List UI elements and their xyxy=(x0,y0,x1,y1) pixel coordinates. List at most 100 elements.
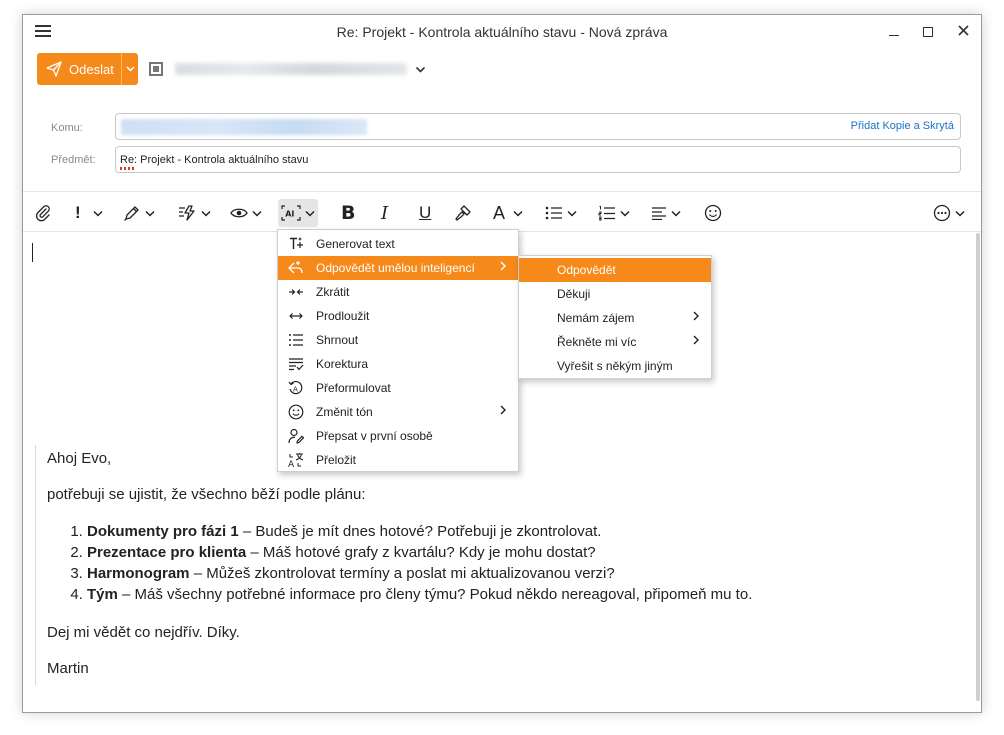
more-options-button[interactable] xyxy=(933,202,965,224)
align-icon xyxy=(652,207,666,220)
emoji-button[interactable] xyxy=(704,202,722,224)
bold-icon: B xyxy=(341,202,356,224)
menu-item-proofread[interactable]: Korektura xyxy=(278,352,518,376)
translate-icon: A xyxy=(288,453,304,468)
list-item: Harmonogram – Můžeš zkontrolovat termíny… xyxy=(87,565,752,586)
menu-item-generate-text[interactable]: Generovat text xyxy=(278,232,518,256)
list-item: Dokumenty pro fázi 1 – Budeš je mít dnes… xyxy=(87,523,752,544)
to-label: Komu: xyxy=(51,122,83,134)
menu-item-label: Vyřešit s někým jiným xyxy=(557,359,673,373)
spellcheck-underline xyxy=(120,167,134,170)
quick-actions-icon xyxy=(179,205,195,221)
subject-input[interactable] xyxy=(120,152,940,168)
menu-item-label: Odpovědět umělou inteligencí xyxy=(316,261,475,275)
align-button[interactable] xyxy=(651,202,681,224)
scrollbar[interactable] xyxy=(976,233,980,701)
compose-window: Re: Projekt - Kontrola aktuálního stavu … xyxy=(22,14,982,713)
menu-item-label: Generovat text xyxy=(316,237,395,251)
chevron-down-icon xyxy=(567,210,577,217)
send-options-button[interactable] xyxy=(121,53,138,85)
paint-brush-icon xyxy=(455,205,471,221)
signature-button[interactable] xyxy=(123,202,155,224)
minimize-icon xyxy=(889,34,899,36)
account-dropdown-button[interactable] xyxy=(415,61,426,79)
eye-icon xyxy=(230,208,248,218)
italic-button[interactable]: I xyxy=(381,202,388,224)
menu-item-change-tone[interactable]: Změnit tón xyxy=(278,400,518,424)
menu-item-first-person[interactable]: Přepsat v první osobě xyxy=(278,424,518,448)
submenu-item-tell-me-more[interactable]: Řekněte mi víc xyxy=(519,330,711,354)
ai-menu: Generovat text Odpovědět umělou intelige… xyxy=(277,229,519,472)
pen-icon xyxy=(124,206,139,221)
list-item-text: – Můžeš zkontrolovat termíny a poslat mi… xyxy=(189,565,615,582)
chevron-right-icon xyxy=(693,335,699,345)
send-button[interactable]: Odeslat xyxy=(37,53,121,85)
priority-button[interactable]: ! xyxy=(75,202,103,224)
menu-item-label: Zkrátit xyxy=(316,285,350,299)
chevron-down-icon xyxy=(671,210,681,217)
subject-label: Předmět: xyxy=(51,154,96,166)
list-item: Tým – Máš všechny potřebné informace pro… xyxy=(87,586,752,607)
proofread-icon xyxy=(289,358,304,371)
recipient-chip[interactable] xyxy=(121,119,367,135)
format-painter-button[interactable] xyxy=(454,202,472,224)
account-icon xyxy=(149,62,163,76)
menu-item-summarize[interactable]: Shrnout xyxy=(278,328,518,352)
chevron-down-icon xyxy=(955,210,965,217)
svg-text:AI: AI xyxy=(285,210,294,219)
task-list: Dokumenty pro fázi 1 – Budeš je mít dnes… xyxy=(87,523,752,607)
more-icon xyxy=(933,204,951,222)
quick-actions-button[interactable] xyxy=(177,202,211,224)
submenu-item-delegate[interactable]: Vyřešit s někým jiným xyxy=(519,354,711,378)
menu-item-label: Změnit tón xyxy=(316,405,373,419)
send-label: Odeslat xyxy=(69,61,114,77)
menu-item-shorten[interactable]: Zkrátit xyxy=(278,280,518,304)
font-color-button[interactable]: A xyxy=(493,202,523,224)
menu-item-ai-reply[interactable]: Odpovědět umělou inteligencí xyxy=(278,256,518,280)
bold-button[interactable]: B xyxy=(341,202,355,224)
closing-text: Dej mi vědět co nejdřív. Díky. xyxy=(47,624,240,641)
to-field[interactable]: Přidat Kopie a Skrytá xyxy=(115,113,961,140)
smile-icon xyxy=(288,404,304,420)
menu-item-rephrase[interactable]: A Přeformulovat xyxy=(278,376,518,400)
chevron-down-icon xyxy=(201,210,211,217)
lengthen-icon xyxy=(289,313,303,319)
bullet-list-icon xyxy=(545,206,562,220)
maximize-button[interactable] xyxy=(919,22,937,40)
submenu-item-not-interested[interactable]: Nemám zájem xyxy=(519,306,711,330)
chevron-down-icon xyxy=(252,210,262,217)
subject-field[interactable] xyxy=(115,146,961,173)
chevron-down-icon xyxy=(305,210,315,217)
submenu-item-thanks[interactable]: Děkuji xyxy=(519,282,711,306)
chevron-down-icon xyxy=(93,210,103,217)
menu-item-lengthen[interactable]: Prodloužit xyxy=(278,304,518,328)
list-item-title: Tým xyxy=(87,586,118,603)
menu-item-label: Nemám zájem xyxy=(557,311,635,325)
close-icon xyxy=(957,25,969,36)
view-button[interactable] xyxy=(230,202,262,224)
menu-item-label: Řekněte mi víc xyxy=(557,335,637,349)
divider xyxy=(23,191,981,192)
chevron-down-icon xyxy=(620,210,630,217)
rephrase-icon: A xyxy=(288,380,303,395)
sender-account[interactable] xyxy=(175,63,407,75)
add-cc-bcc-link[interactable]: Přidat Kopie a Skrytá xyxy=(851,120,954,132)
chevron-down-icon xyxy=(415,66,426,73)
menu-item-label: Odpovědět xyxy=(557,263,616,277)
attach-button[interactable] xyxy=(35,202,51,224)
underline-button[interactable]: U xyxy=(419,202,431,224)
maximize-icon xyxy=(923,27,933,38)
bullet-list-button[interactable] xyxy=(545,202,577,224)
ai-reply-submenu: Odpovědět Děkuji Nemám zájem Řekněte mi … xyxy=(518,255,712,379)
menu-item-translate[interactable]: A Přeložit xyxy=(278,448,518,472)
submenu-item-reply[interactable]: Odpovědět xyxy=(519,258,711,282)
numbered-list-button[interactable] xyxy=(598,202,630,224)
menu-item-label: Přepsat v první osobě xyxy=(316,429,433,443)
ai-icon: AI xyxy=(281,205,301,221)
send-icon xyxy=(46,61,62,77)
chevron-right-icon xyxy=(500,405,506,415)
shorten-icon xyxy=(289,289,303,295)
ai-assistant-button[interactable]: AI xyxy=(278,199,318,227)
close-button[interactable] xyxy=(954,22,972,40)
minimize-button[interactable] xyxy=(885,22,903,40)
